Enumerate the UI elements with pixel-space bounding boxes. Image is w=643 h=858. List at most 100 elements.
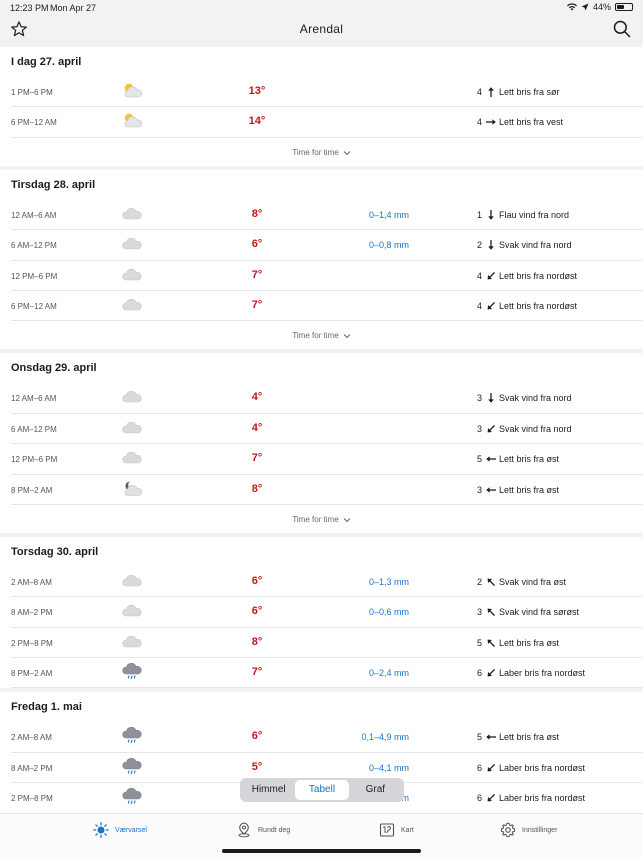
- chevron-down-icon: [343, 334, 351, 339]
- temperature: 4°: [251, 391, 263, 404]
- tab-vaervarsel[interactable]: Værvarsel: [93, 822, 147, 838]
- forecast-row[interactable]: 6 PM–12 AM 7° 4 Lett bris fra nordøst: [11, 291, 643, 322]
- forecast-row[interactable]: 1 PM–6 PM 13° 4 Lett bris fra sør: [11, 77, 643, 108]
- period-label: 12 AM–6 AM: [11, 210, 57, 220]
- wind-description: Lett bris fra øst: [499, 454, 560, 465]
- wind-arrow-icon: [485, 115, 497, 127]
- view-toggle: Himmel Tabell Graf: [240, 778, 404, 802]
- wifi-icon: [566, 3, 577, 11]
- search-icon[interactable]: [612, 19, 632, 39]
- location-arrow-icon: [581, 3, 589, 11]
- status-date: Mon Apr 27: [50, 3, 97, 13]
- cloudy-icon: [121, 633, 143, 651]
- period-label: 6 PM–12 AM: [11, 118, 57, 128]
- wind-arrow-icon: [485, 483, 497, 495]
- temperature: 6°: [251, 730, 263, 743]
- wind-speed: 4: [476, 300, 482, 311]
- day-title: Fredag 1. mai: [11, 701, 82, 714]
- wind-description: Lett bris fra øst: [499, 637, 560, 648]
- period-label: 8 PM–2 AM: [11, 669, 53, 679]
- wind-speed: 3: [476, 484, 482, 495]
- forecast-table[interactable]: I dag 27. april 1 PM–6 PM 13° 4 Lett bris fr…: [0, 47, 643, 813]
- period-label: 8 PM–2 AM: [11, 485, 53, 495]
- forecast-row[interactable]: 2 AM–8 AM 6° 0,1–4,9 mm 5 Lett bris fra øst: [11, 722, 643, 753]
- wind-description: Lett bris fra sør: [499, 87, 560, 97]
- tab-innstillinger[interactable]: Innstillinger: [500, 822, 557, 838]
- forecast-row[interactable]: 12 AM–6 AM 4° 3 Svak vind fra nord: [11, 383, 643, 414]
- hour-by-hour-link[interactable]: Time for time: [0, 138, 643, 166]
- forecast-row[interactable]: 6 AM–12 PM 4° 3 Svak vind fra nord: [11, 414, 643, 445]
- wind-speed: 6: [476, 762, 482, 773]
- rain-icon: [121, 727, 143, 745]
- wind-description: Lett bris fra nordøst: [499, 300, 578, 311]
- temperature: 6°: [251, 238, 263, 251]
- precipitation: 0–2,4 mm: [368, 668, 409, 679]
- precipitation: 0–4,1 mm: [368, 762, 409, 773]
- nav-bar: Arendal: [0, 16, 643, 46]
- status-bar: 12:23 PM Mon Apr 27 44%: [0, 0, 643, 16]
- wind-arrow-icon: [485, 730, 497, 742]
- period-label: 2 AM–8 AM: [11, 733, 52, 743]
- cloudy-icon: [121, 572, 143, 590]
- precipitation: 0,1–4,9 mm: [361, 732, 409, 743]
- wind-arrow-icon: [485, 791, 497, 803]
- temperature: 7°: [251, 268, 263, 281]
- forecast-row[interactable]: 8 PM–2 AM 8° 3 Lett bris fra øst: [11, 475, 643, 505]
- wind-speed: 4: [476, 117, 482, 128]
- map-icon: [379, 823, 395, 837]
- view-option-graf[interactable]: Graf: [349, 780, 402, 800]
- cloudy-icon: [121, 602, 143, 620]
- wind-speed: 6: [476, 668, 482, 679]
- partly-cloudy-day-icon: [121, 112, 143, 130]
- wind-arrow-icon: [485, 575, 497, 587]
- day-section: Torsdag 30. april 2 AM–8 AM 6° 0–1,3 mm 2 Sva…: [0, 536, 643, 689]
- wind-description: Svak vind fra nord: [499, 423, 572, 434]
- wind-description: Lett bris fra øst: [499, 484, 560, 495]
- precipitation: 0–0,8 mm: [368, 240, 409, 251]
- forecast-row[interactable]: 6 AM–12 PM 6° 0–0,8 mm 2 Svak vind fra nord: [11, 230, 643, 261]
- temperature: 13°: [248, 85, 266, 97]
- forecast-row[interactable]: 6 PM–12 AM 14° 4 Lett bris fra vest: [11, 107, 643, 138]
- wind-arrow-icon: [485, 299, 497, 311]
- cloudy-icon: [121, 296, 143, 314]
- day-title: Torsdag 30. april: [11, 545, 99, 558]
- forecast-row[interactable]: 12 AM–6 AM 8° 0–1,4 mm 1 Flau vind fra nord: [11, 200, 643, 231]
- temperature: 4°: [251, 421, 263, 434]
- view-option-himmel[interactable]: Himmel: [242, 780, 295, 800]
- wind-speed: 1: [476, 209, 482, 220]
- cloudy-icon: [121, 266, 143, 284]
- forecast-row[interactable]: 2 PM–8 PM 8° 5 Lett bris fra øst: [11, 628, 643, 659]
- wind-arrow-icon: [485, 452, 497, 464]
- hour-by-hour-link[interactable]: Time for time: [0, 321, 643, 349]
- tab-kart[interactable]: Kart: [379, 822, 414, 838]
- forecast-row[interactable]: 2 AM–8 AM 6° 0–1,3 mm 2 Svak vind fra øst: [11, 567, 643, 598]
- cloudy-icon: [121, 205, 143, 223]
- battery-icon: [615, 3, 633, 11]
- cloudy-icon: [121, 235, 143, 253]
- home-indicator: [222, 849, 421, 853]
- period-label: 8 AM–2 PM: [11, 608, 53, 618]
- sun-icon: [93, 822, 109, 838]
- wind-speed: 5: [476, 732, 482, 743]
- tab-label: Kart: [401, 826, 414, 834]
- rain-icon: [121, 663, 143, 681]
- wind-speed: 4: [476, 270, 482, 281]
- rain-icon: [121, 788, 143, 806]
- tab-label: Værvarsel: [115, 826, 147, 834]
- wind-description: Svak vind fra nord: [499, 393, 572, 404]
- wind-description: Laber bris fra nordøst: [499, 762, 586, 773]
- forecast-row[interactable]: 8 PM–2 AM 7° 0–2,4 mm 6 Laber bris fra nordø…: [11, 658, 643, 689]
- forecast-row[interactable]: 12 PM–6 PM 7° 5 Lett bris fra øst: [11, 444, 643, 475]
- forecast-row[interactable]: 12 PM–6 PM 7° 4 Lett bris fra nordøst: [11, 261, 643, 291]
- hour-by-hour-link[interactable]: Time for time: [0, 505, 643, 533]
- temperature: 6°: [251, 574, 263, 587]
- rain-icon: [121, 757, 143, 776]
- status-right: 44%: [566, 2, 633, 12]
- day-section: Tirsdag 28. april 12 AM–6 AM 8° 0–1,4 mm 1 Fl…: [0, 169, 643, 350]
- tab-rundt-deg[interactable]: Rundt deg: [236, 822, 290, 838]
- forecast-row[interactable]: 8 AM–2 PM 6° 0–0,6 mm 3 Svak vind fra sørøst: [11, 597, 643, 628]
- location-pin-icon: [238, 822, 250, 838]
- temperature: 7°: [251, 452, 263, 465]
- view-option-tabell[interactable]: Tabell: [295, 780, 349, 800]
- wind-arrow-icon: [485, 238, 497, 250]
